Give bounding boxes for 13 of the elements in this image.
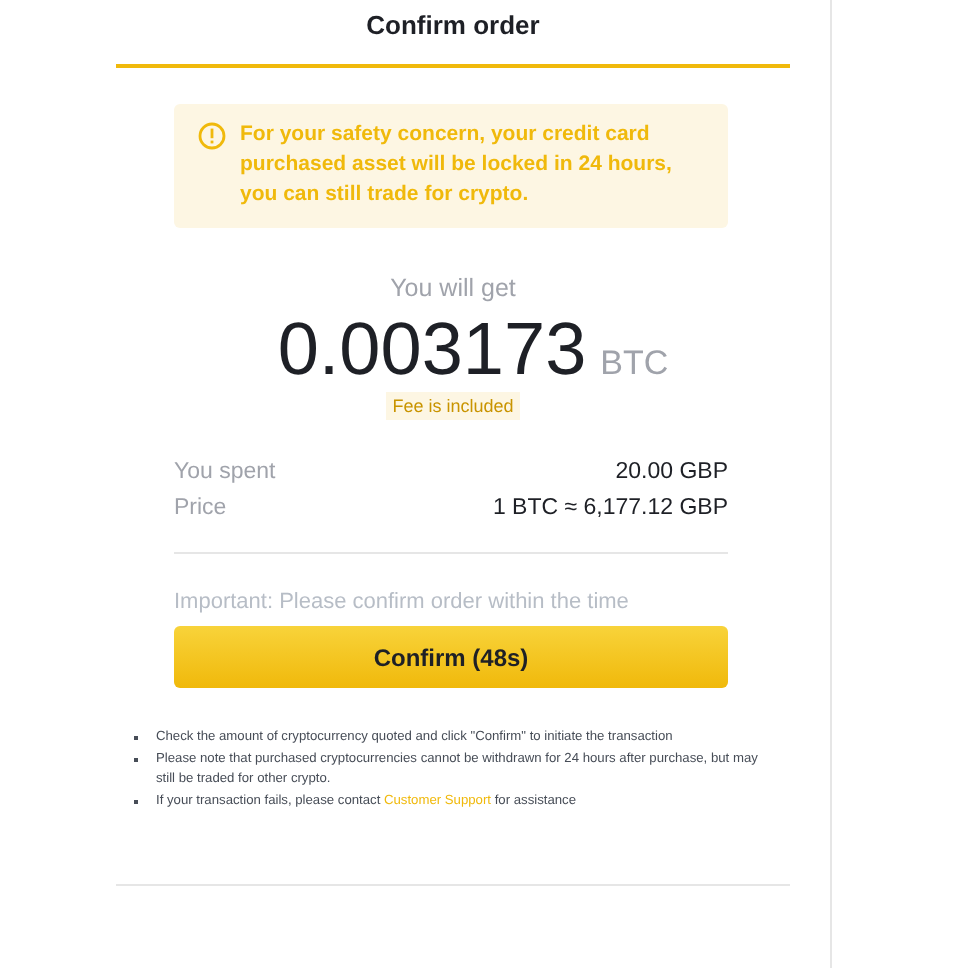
amount-value: 0.003173 xyxy=(277,308,587,392)
receive-label: You will get xyxy=(388,274,518,302)
important-note: Important: Please confirm order within the time xyxy=(174,590,631,614)
confirm-button[interactable]: Confirm (48s) xyxy=(174,626,728,688)
amount-unit: BTC xyxy=(600,344,669,384)
detail-value: 20.00 GBP xyxy=(615,460,728,484)
detail-value: 1 BTC ≈ 6,177.12 GBP xyxy=(492,496,728,520)
dialog-title: Confirm order xyxy=(366,10,540,40)
warning-text: For your safety concern, your credit card purchased asset will be locked in 24 hours, you can still trade for crypto. xyxy=(240,120,674,210)
detail-label: You spent xyxy=(174,460,276,484)
detail-label: Price xyxy=(174,496,227,520)
fee-badge: Fee is included xyxy=(386,392,520,420)
warning-icon xyxy=(198,122,226,150)
